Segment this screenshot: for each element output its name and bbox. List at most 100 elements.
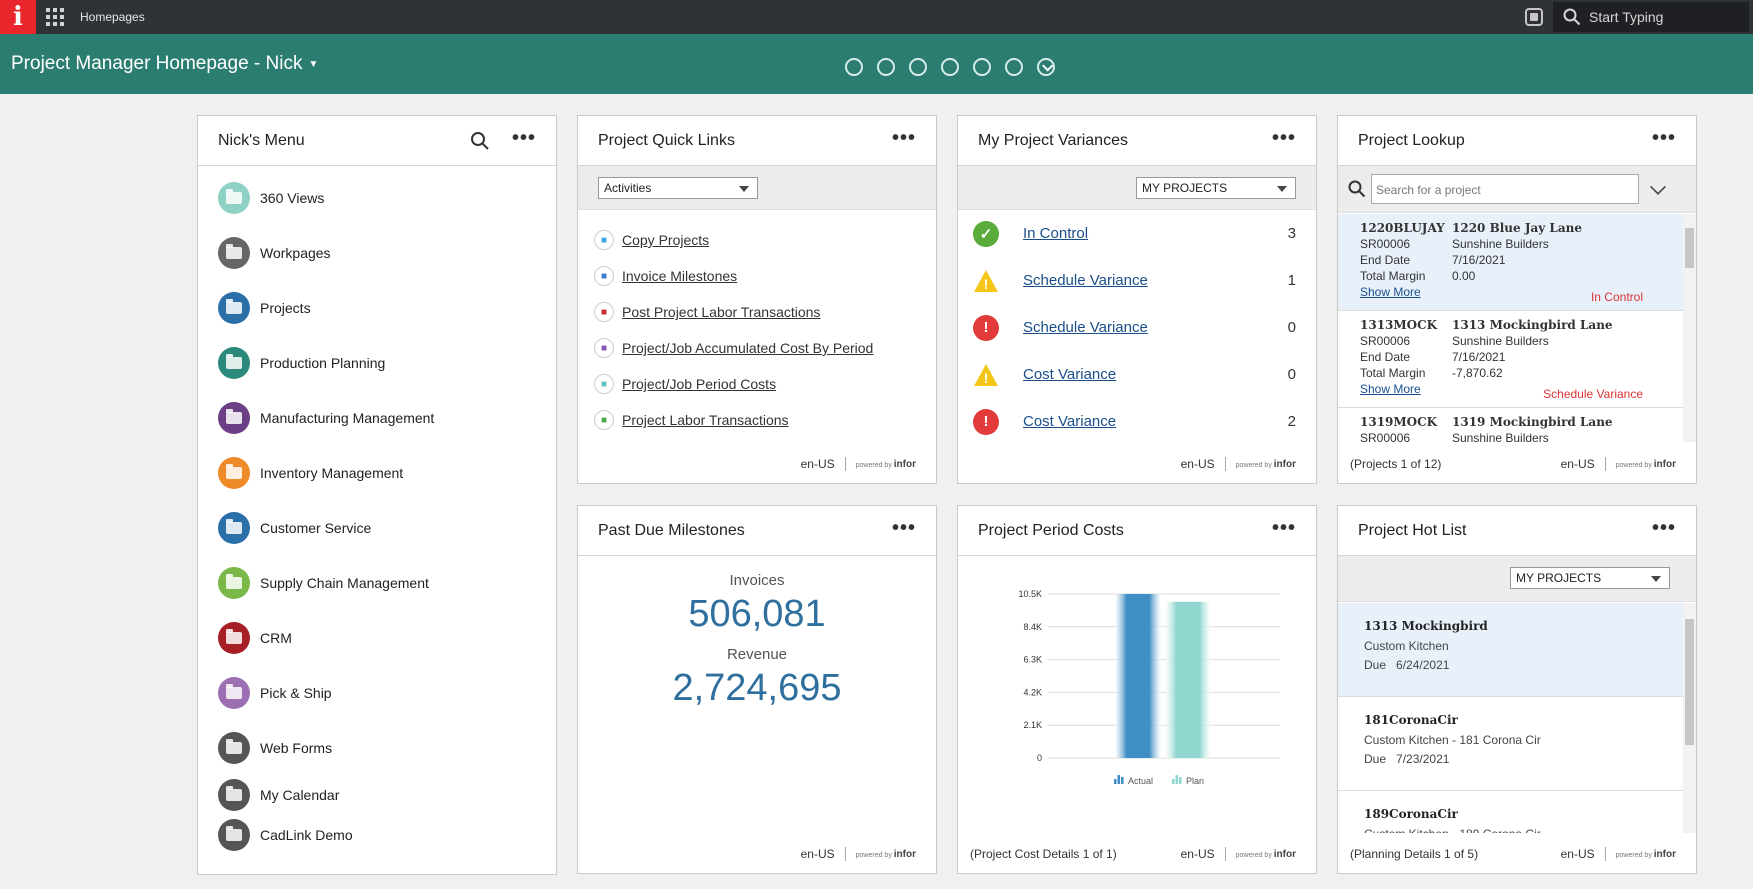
lookup-row[interactable]: 1313MOCK 1313 Mockingbird Lane SR00006 Suns…: [1338, 311, 1683, 408]
menu-item[interactable]: Web Forms: [198, 720, 556, 775]
variance-item[interactable]: ! Cost Variance 0: [958, 351, 1316, 398]
quick-link[interactable]: Invoice Milestones: [622, 268, 737, 284]
menu-item[interactable]: Production Planning: [198, 335, 556, 390]
folder-icon: [218, 181, 250, 214]
card-header: Project Quick Links •••: [578, 116, 936, 166]
window-icon[interactable]: [1525, 8, 1543, 26]
menu-item[interactable]: Pick & Ship: [198, 665, 556, 720]
locale: en-US: [801, 847, 846, 861]
activities-select[interactable]: Activities: [598, 177, 758, 199]
search-icon[interactable]: [470, 131, 490, 151]
more-options-icon[interactable]: •••: [892, 128, 916, 148]
filter-band: MY PROJECTS: [958, 166, 1316, 210]
locale: en-US: [801, 457, 846, 471]
more-options-icon[interactable]: •••: [1272, 128, 1296, 148]
quick-link-item[interactable]: ■ Post Project Labor Transactions: [578, 294, 936, 330]
variance-item[interactable]: ! Cost Variance 2: [958, 398, 1316, 445]
lookup-row[interactable]: 1220BLUJAY 1220 Blue Jay Lane SR00006 Sunsh…: [1338, 214, 1683, 311]
menu-item[interactable]: Projects: [198, 280, 556, 335]
hot-list-row[interactable]: 189CoronaCir Custom Kitchen - 189 Corona …: [1338, 791, 1683, 833]
scrollbar[interactable]: [1683, 214, 1696, 442]
variance-link[interactable]: In Control: [1023, 225, 1088, 242]
page-dot[interactable]: [941, 58, 959, 76]
more-options-icon[interactable]: •••: [512, 128, 536, 148]
folder-icon: [218, 566, 250, 599]
scroll-thumb[interactable]: [1685, 619, 1694, 745]
hot-list-row[interactable]: 181CoronaCir Custom Kitchen - 181 Corona …: [1338, 697, 1683, 791]
show-more-link[interactable]: Show More: [1360, 382, 1421, 396]
menu-item-label: Workpages: [260, 244, 331, 261]
card-header: My Project Variances •••: [958, 116, 1316, 166]
search-icon: [1348, 180, 1366, 198]
page-dot[interactable]: [973, 58, 991, 76]
variance-item[interactable]: ! Schedule Variance 0: [958, 304, 1316, 351]
variance-link[interactable]: Schedule Variance: [1023, 272, 1148, 289]
project-search-input[interactable]: Search for a project: [1371, 174, 1639, 204]
menu-item[interactable]: Inventory Management: [198, 445, 556, 500]
page-title[interactable]: Project Manager Homepage - Nick: [11, 53, 302, 75]
link-icon: ■: [594, 374, 614, 394]
margin-value: -7,870.62: [1452, 366, 1503, 380]
menu-item[interactable]: CRM: [198, 610, 556, 665]
quick-link-item[interactable]: ■ Project/Job Period Costs: [578, 366, 936, 402]
quick-link-item[interactable]: ■ Project Labor Transactions: [578, 402, 936, 438]
legend-item[interactable]: Actual: [1114, 775, 1153, 786]
bar-actual[interactable]: [1115, 594, 1161, 758]
quick-link[interactable]: Copy Projects: [622, 232, 709, 248]
chevron-down-icon[interactable]: [1650, 179, 1666, 195]
more-options-icon[interactable]: •••: [1272, 518, 1296, 538]
quick-link[interactable]: Project Labor Transactions: [622, 412, 789, 428]
menu-item[interactable]: CadLink Demo: [198, 815, 556, 855]
hot-list-card: Project Hot List ••• MY PROJECTS 1313 Mo…: [1337, 505, 1697, 874]
invoices-value[interactable]: 506,081: [578, 593, 936, 636]
hot-list-row[interactable]: 1313 Mockingbird Custom Kitchen Due 6/24/2…: [1338, 603, 1683, 697]
projects-select[interactable]: MY PROJECTS: [1136, 177, 1296, 199]
lookup-row[interactable]: 1319MOCK 1319 Mockingbird Lane SR00006 Suns…: [1338, 408, 1683, 442]
infor-logo[interactable]: i: [0, 0, 36, 34]
menu-item[interactable]: My Calendar: [198, 775, 556, 815]
legend-item[interactable]: Plan: [1172, 775, 1204, 786]
variance-link[interactable]: Schedule Variance: [1023, 319, 1148, 336]
status-badge: Schedule Variance: [1543, 387, 1643, 401]
app-label[interactable]: Homepages: [80, 10, 145, 24]
show-more-link[interactable]: Show More: [1360, 285, 1421, 299]
more-options-icon[interactable]: •••: [1652, 518, 1676, 538]
scrollbar[interactable]: [1683, 603, 1696, 833]
variance-link[interactable]: Cost Variance: [1023, 413, 1116, 430]
variance-link[interactable]: Cost Variance: [1023, 366, 1116, 383]
quick-link[interactable]: Project/Job Period Costs: [622, 376, 776, 392]
menu-item[interactable]: 360 Views: [198, 170, 556, 225]
powered-by: powered by infor: [1616, 459, 1676, 470]
quick-link-item[interactable]: ■ Copy Projects: [578, 222, 936, 258]
bar-plan[interactable]: [1165, 601, 1211, 758]
quick-link-item[interactable]: ■ Invoice Milestones: [578, 258, 936, 294]
powered-brand: infor: [893, 458, 916, 470]
menu-item[interactable]: Supply Chain Management: [198, 555, 556, 610]
menu-item[interactable]: Manufacturing Management: [198, 390, 556, 445]
quick-link[interactable]: Post Project Labor Transactions: [622, 304, 820, 320]
page-dot[interactable]: [845, 58, 863, 76]
global-search-input[interactable]: Start Typing: [1553, 2, 1749, 32]
app-grid-icon[interactable]: [46, 7, 66, 27]
variance-count: 0: [1287, 319, 1296, 336]
chevron-down-icon[interactable]: ▼: [308, 59, 318, 70]
quick-link-item[interactable]: ■ Project/Job Accumulated Cost By Period: [578, 330, 936, 366]
page-dot[interactable]: [909, 58, 927, 76]
scroll-thumb[interactable]: [1685, 228, 1694, 268]
card-header: Project Lookup •••: [1338, 116, 1696, 166]
page-header: Project Manager Homepage - Nick ▼: [0, 34, 1753, 94]
more-options-icon[interactable]: •••: [892, 518, 916, 538]
more-options-icon[interactable]: •••: [1652, 128, 1676, 148]
variance-item[interactable]: ✓ In Control 3: [958, 210, 1316, 257]
projects-select[interactable]: MY PROJECTS: [1510, 567, 1670, 589]
page-dot[interactable]: [877, 58, 895, 76]
menu-item[interactable]: Customer Service: [198, 500, 556, 555]
variance-count: 3: [1287, 225, 1296, 242]
quick-link[interactable]: Project/Job Accumulated Cost By Period: [622, 340, 873, 356]
revenue-value[interactable]: 2,724,695: [578, 667, 936, 710]
page-dot[interactable]: [1005, 58, 1023, 76]
page-dot-active[interactable]: [1037, 58, 1055, 76]
page-pager: [845, 58, 1055, 76]
variance-item[interactable]: ! Schedule Variance 1: [958, 257, 1316, 304]
menu-item[interactable]: Workpages: [198, 225, 556, 280]
